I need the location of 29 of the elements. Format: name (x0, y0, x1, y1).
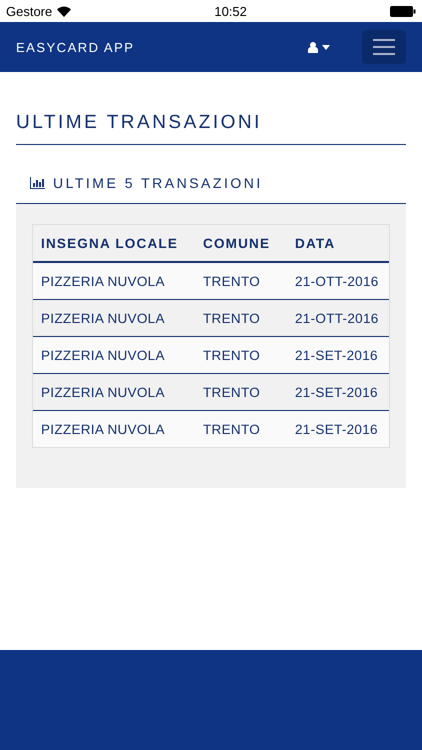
section-title: ULTIME 5 TRANSAZIONI (53, 175, 263, 191)
table-cell-text: 21-SET-2016 (295, 422, 379, 436)
table-cell-text: TRENTO (203, 348, 262, 362)
user-icon (308, 42, 318, 52)
bar-chart-icon (30, 177, 45, 189)
table-cell-text: PIZZERIA NUVOLA (41, 274, 166, 288)
table-cell-text: TRENTO (203, 274, 262, 288)
table-cell-text: TRENTO (203, 422, 262, 436)
user-menu-button[interactable] (306, 40, 332, 54)
table-cell-text: PIZZERIA NUVOLA (41, 310, 166, 326)
table-cell-text: TRENTO (203, 310, 262, 326)
clock-time: 10:52 (214, 4, 247, 18)
page-title: ULTIME TRANSAZIONI (16, 112, 406, 145)
table-cell-text: 21-SET-2016 (295, 384, 379, 400)
carrier-name: Gestore (6, 4, 52, 18)
battery-icon (390, 6, 416, 16)
table-cell-text: 21-SET-2016 (295, 348, 379, 362)
table-cell-text: PIZZERIA NUVOLA (41, 348, 166, 362)
table-cell-text: TRENTO (203, 384, 262, 400)
table-cell-text: 21-OTT-2016 (295, 274, 380, 288)
column-header: INSEGNA LOCALE (41, 236, 180, 250)
table-cell-text: 21-OTT-2016 (295, 310, 380, 326)
caret-icon (322, 44, 330, 50)
table-cell-text: PIZZERIA NUVOLA (41, 384, 166, 400)
table-cell-text: PIZZERIA NUVOLA (41, 422, 166, 436)
wifi-icon (57, 6, 72, 16)
menu-button[interactable] (362, 30, 406, 64)
column-header: DATA (295, 236, 336, 250)
column-header: COMUNE (203, 236, 272, 250)
